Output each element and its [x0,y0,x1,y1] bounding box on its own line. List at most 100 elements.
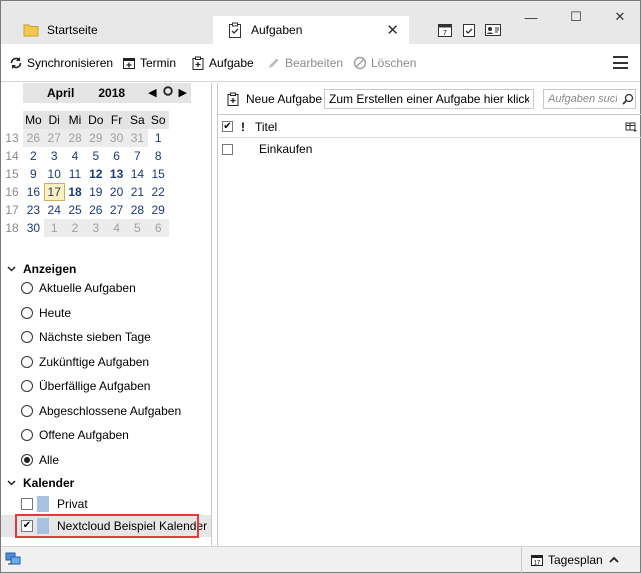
minical-day[interactable]: 6 [147,219,169,237]
tab-tasks[interactable]: Aufgaben ✕ [213,16,409,44]
minical-day[interactable]: 19 [85,183,107,201]
minical-day[interactable]: 24 [43,201,65,219]
column-picker-icon[interactable] [625,121,637,133]
minical-day[interactable]: 11 [64,165,86,183]
minical-day[interactable]: 31 [126,129,148,147]
minical-day[interactable]: 14 [126,165,148,183]
filter-option[interactable]: Heute [21,306,71,320]
maximize-button[interactable]: ☐ [561,7,591,27]
minical-day[interactable]: 4 [64,147,86,165]
task-row[interactable]: Einkaufen [218,139,641,159]
calendar-checkbox[interactable] [21,498,33,510]
filter-option-label: Offene Aufgaben [39,428,129,442]
filter-radio[interactable] [21,306,33,319]
minical-day[interactable]: 16 [23,183,44,201]
svg-text:17: 17 [534,561,541,567]
prev-month-icon[interactable]: ◀ [148,86,156,99]
filter-radio[interactable] [21,355,33,368]
minical-day[interactable]: 8 [147,147,169,165]
priority-column[interactable]: ! [241,120,245,134]
minical-day[interactable]: 4 [106,219,127,237]
minical-day[interactable]: 7 [126,147,148,165]
filter-radio[interactable] [21,282,33,294]
next-month-icon[interactable]: ▶ [179,86,187,99]
minical-day[interactable]: 23 [23,201,44,219]
minical-day[interactable]: 2 [23,147,44,165]
minical-month[interactable]: April [47,86,74,100]
minical-day[interactable]: 30 [23,219,44,237]
minical-day[interactable]: 22 [147,183,169,201]
minimize-button[interactable]: — [516,7,546,27]
calendar-item-privat[interactable]: Privat [1,493,211,515]
filter-radio[interactable] [21,331,33,343]
tab-close-icon[interactable]: ✕ [386,21,399,39]
minical-day[interactable]: 18 [64,183,86,201]
minical-year[interactable]: 2018 [98,86,125,100]
title-column[interactable]: Titel [255,120,277,134]
minical-day[interactable]: 12 [85,165,107,183]
task-complete-checkbox[interactable] [222,143,233,155]
filter-radio[interactable] [21,453,33,466]
minical-day[interactable]: 27 [106,201,127,219]
minical-day[interactable]: 1 [43,219,65,237]
filter-option[interactable]: Zukünftige Aufgaben [21,355,149,369]
filter-section-header[interactable]: Anzeigen [7,262,76,276]
filter-option[interactable]: Abgeschlossene Aufgaben [21,404,181,418]
minical-day[interactable]: 5 [126,219,148,237]
minical-day[interactable]: 28 [126,201,148,219]
minical-day[interactable]: 13 [106,165,127,183]
search-icon[interactable] [622,93,634,105]
minical-day[interactable]: 29 [147,201,169,219]
sync-button[interactable]: Synchronisieren [9,54,113,72]
minical-day[interactable]: 6 [106,147,127,165]
minical-day[interactable]: 10 [43,165,65,183]
new-task-button[interactable]: Aufgabe [191,54,254,72]
completed-column-checkbox[interactable]: ✔ [222,121,233,132]
edit-button[interactable]: Bearbeiten [267,54,343,72]
minical-day[interactable]: 21 [126,183,148,201]
close-window-button[interactable]: ✕ [605,7,635,27]
address-book-icon[interactable] [484,21,502,39]
minical-day[interactable]: 29 [85,129,107,147]
tasks-tab-icon[interactable] [460,21,478,39]
status-bar: 17 Tagesplan [1,546,640,573]
filter-option[interactable]: Aktuelle Aufgaben [21,281,136,295]
minical-day[interactable]: 15 [147,165,169,183]
calendar-label: Privat [57,497,88,511]
today-circle-icon[interactable] [162,86,173,99]
quick-add-input[interactable] [324,89,534,109]
filter-radio[interactable] [21,380,33,392]
filter-option[interactable]: Offene Aufgaben [21,428,129,442]
minical-day[interactable]: 25 [64,201,86,219]
minical-day[interactable]: 27 [43,129,65,147]
tab-home[interactable]: Startseite [9,16,207,44]
minical-day[interactable]: 5 [85,147,107,165]
calendar-section-header[interactable]: Kalender [7,476,74,490]
new-task-inline-button[interactable]: Neue Aufgabe [226,92,322,106]
minical-day[interactable]: 26 [85,201,107,219]
minical-day[interactable]: 28 [64,129,86,147]
delete-button[interactable]: Löschen [353,54,416,72]
minical-day[interactable]: 2 [64,219,86,237]
minical-day[interactable]: 3 [85,219,107,237]
minical-week-row: 18 30 1 2 3 4 5 6 [1,219,169,237]
new-event-button[interactable]: Termin [122,54,176,72]
filter-option[interactable]: Alle [21,453,59,467]
filter-option[interactable]: Nächste sieben Tage [21,330,151,344]
hamburger-menu-icon[interactable] [613,56,628,69]
minical-day[interactable]: 3 [43,147,65,165]
minical-day[interactable]: 26 [23,129,44,147]
minical-week-number: 14 [5,149,19,163]
task-plus-icon [226,92,240,106]
calendar-tab-icon[interactable]: 7 [436,21,454,39]
filter-radio[interactable] [21,429,33,441]
dayplan-toggle[interactable]: 17 Tagesplan [521,547,619,573]
network-status-icon[interactable] [5,552,21,566]
minical-today[interactable]: 17 [43,183,65,201]
minical-day[interactable]: 20 [106,183,127,201]
filter-radio[interactable] [21,404,33,417]
minical-day[interactable]: 30 [106,129,127,147]
minical-day[interactable]: 9 [23,165,44,183]
filter-option[interactable]: Überfällige Aufgaben [21,379,150,393]
minical-day[interactable]: 1 [147,129,169,147]
